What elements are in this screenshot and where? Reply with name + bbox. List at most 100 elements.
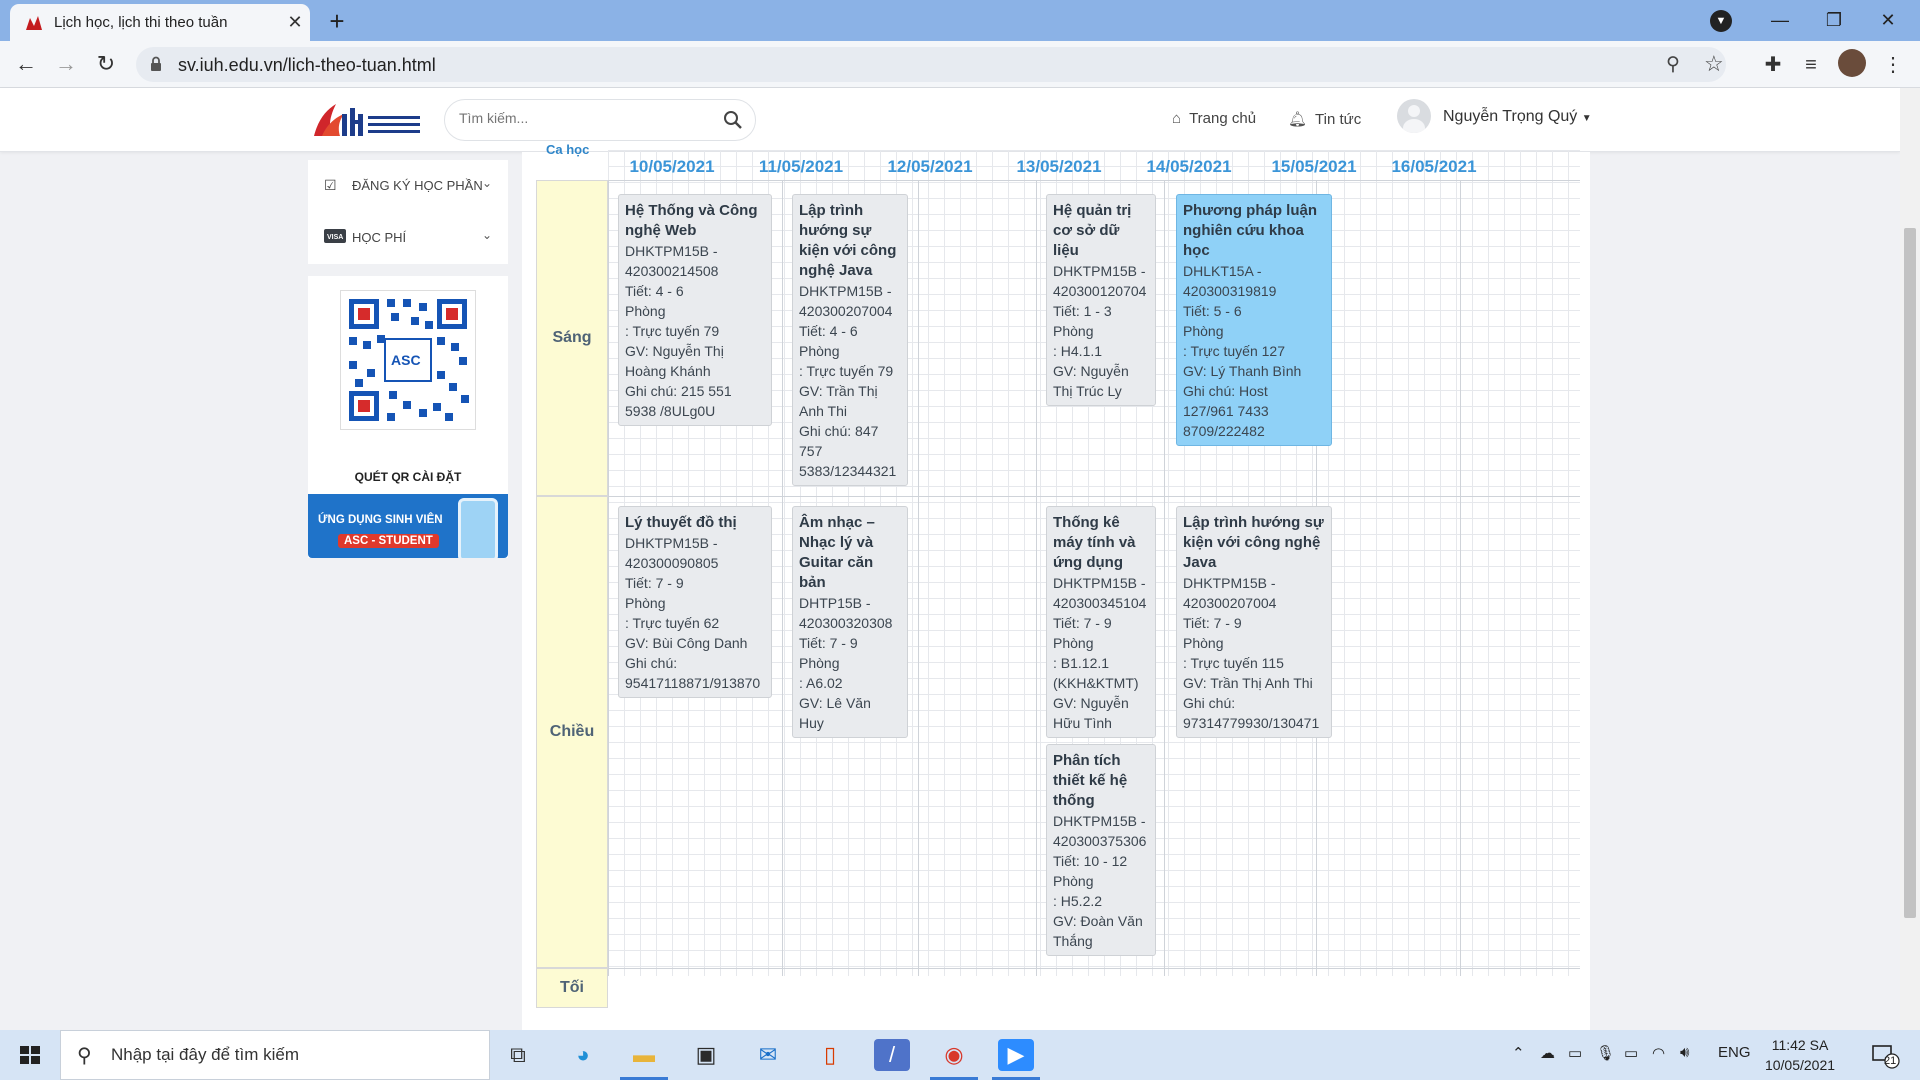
system-clock[interactable]: 11:42 SA 10/05/2021 bbox=[1760, 1035, 1840, 1075]
profile-avatar[interactable] bbox=[1838, 49, 1866, 77]
day-header-3: 12/05/2021 bbox=[887, 157, 973, 176]
class-title: Lập trình hướng sự kiện với công nghệ Ja… bbox=[1183, 514, 1324, 571]
input-language[interactable]: ENG bbox=[1718, 1044, 1751, 1061]
class-title: Âm nhạc – Nhạc lý và Guitar căn bản bbox=[799, 514, 875, 591]
qr-code[interactable]: ASC bbox=[340, 290, 476, 430]
class-detail-line: 420300207004 bbox=[1183, 595, 1277, 611]
class-detail-line: GV: Lê Văn bbox=[799, 695, 871, 711]
browser-toolbar: ← → ↻ sv.iuh.edu.vn/lich-theo-tuan.html … bbox=[0, 41, 1920, 88]
notification-center-icon[interactable]: 21 bbox=[1870, 1041, 1900, 1069]
class-detail-line: Phòng bbox=[625, 303, 666, 319]
student-app-banner[interactable]: ỨNG DỤNG SINH VIÊN ASC - STUDENT bbox=[308, 494, 508, 558]
back-arrow-icon[interactable]: ← bbox=[10, 49, 42, 79]
media-queue-icon[interactable]: ≡ bbox=[1796, 51, 1826, 79]
class-detail-line: Phòng bbox=[625, 595, 666, 611]
class-card-highlighted[interactable]: Phương pháp luận nghiên cứu khoa học DHLK… bbox=[1176, 194, 1332, 446]
chrome-icon[interactable]: ◉ bbox=[930, 1039, 978, 1080]
class-detail-line: GV: Trần Thị bbox=[799, 383, 878, 399]
class-detail-line: Hoàng Khánh bbox=[625, 363, 711, 379]
app-banner-subtitle: ASC - STUDENT bbox=[338, 534, 439, 548]
device-icon[interactable]: ▭ bbox=[1568, 1044, 1582, 1062]
url-text: sv.iuh.edu.vn/lich-theo-tuan.html bbox=[178, 55, 436, 75]
user-name: Nguyễn Trọng Quý bbox=[1443, 108, 1578, 125]
class-card[interactable]: Lập trình hướng sự kiện với công nghệ Ja… bbox=[792, 194, 908, 486]
extensions-puzzle-icon[interactable]: ✚ bbox=[1758, 51, 1788, 79]
class-card[interactable]: Âm nhạc – Nhạc lý và Guitar căn bản DHTP1… bbox=[792, 506, 908, 738]
windows-start-icon[interactable] bbox=[0, 1030, 60, 1080]
row-divider bbox=[536, 968, 1580, 969]
task-view-icon[interactable]: ⧉ bbox=[500, 1039, 536, 1071]
class-card[interactable]: Phân tích thiết kế hệ thống DHKTPM15B - 42… bbox=[1046, 744, 1156, 956]
class-detail-line: : Trực tuyến 79 bbox=[625, 323, 720, 339]
onedrive-icon[interactable]: ☁ bbox=[1540, 1044, 1555, 1062]
class-detail-line: (KKH&KTMT) bbox=[1053, 675, 1139, 691]
sidebar-item-tuition[interactable]: VISA HỌC PHÍ ⌄ bbox=[308, 212, 508, 262]
address-bar[interactable]: sv.iuh.edu.vn/lich-theo-tuan.html ⚲ ☆ bbox=[136, 47, 1726, 82]
nav-home-link[interactable]: ⌂ Trang chủ bbox=[1172, 110, 1256, 127]
class-card[interactable]: Lập trình hướng sự kiện với công nghệ Ja… bbox=[1176, 506, 1332, 738]
new-tab-button[interactable]: + bbox=[320, 6, 354, 36]
edge-icon[interactable]: ◕ bbox=[565, 1039, 601, 1071]
class-detail-line: GV: Đoàn Văn bbox=[1053, 913, 1143, 929]
class-detail-line: : Trực tuyến 127 bbox=[1183, 343, 1285, 359]
search-icon[interactable] bbox=[723, 110, 743, 130]
class-detail-line: 5383/12344321 bbox=[799, 463, 897, 479]
class-detail-line: : B1.12.1 bbox=[1053, 655, 1110, 671]
close-window-icon[interactable]: ✕ bbox=[1868, 6, 1908, 34]
browser-tab[interactable]: Lịch học, lịch thi theo tuần ✕ bbox=[10, 4, 310, 41]
svg-text:VISA: VISA bbox=[327, 234, 343, 241]
whiteboard-icon[interactable]: / bbox=[874, 1039, 910, 1071]
day-header-6: 15/05/2021 bbox=[1271, 157, 1357, 176]
scrollbar-thumb[interactable] bbox=[1904, 228, 1916, 918]
tab-search-icon[interactable]: ▼ bbox=[1710, 10, 1732, 32]
class-detail-line: 420300375306 bbox=[1053, 833, 1147, 849]
site-search[interactable] bbox=[444, 99, 756, 141]
forward-arrow-icon[interactable]: → bbox=[50, 49, 82, 79]
class-detail-line: 420300120704 bbox=[1053, 283, 1147, 299]
class-detail-line: Tiết: 10 - 12 bbox=[1053, 853, 1128, 869]
class-detail-line: DHTP15B - bbox=[799, 595, 871, 611]
home-icon: ⌂ bbox=[1172, 110, 1182, 127]
microphone-icon[interactable]: 🎙︎ bbox=[1596, 1044, 1615, 1062]
restore-icon[interactable]: ❐ bbox=[1814, 6, 1854, 34]
class-detail-line: Thị Trúc Ly bbox=[1053, 383, 1122, 399]
class-detail-line: Phòng bbox=[1053, 323, 1094, 339]
class-detail-line: Tiết: 4 - 6 bbox=[625, 283, 684, 299]
class-detail-line: Hữu Tình bbox=[1053, 715, 1112, 731]
class-detail-line: Ghi chú: 847 bbox=[799, 423, 879, 439]
minimize-icon[interactable]: — bbox=[1760, 6, 1800, 34]
zoom-app-icon[interactable]: ▶ bbox=[992, 1039, 1040, 1080]
tray-overflow-icon[interactable]: ⌃ bbox=[1512, 1044, 1525, 1062]
store-icon[interactable]: ▣ bbox=[688, 1039, 724, 1071]
page-scrollbar[interactable] bbox=[1900, 88, 1920, 1040]
mail-icon[interactable]: ✉ bbox=[750, 1039, 786, 1071]
sidebar-item-label: ĐĂNG KÝ HỌC PHẦN bbox=[352, 177, 483, 193]
class-detail-line: DHKTPM15B - bbox=[625, 535, 718, 551]
wifi-icon[interactable]: ◠ bbox=[1652, 1044, 1665, 1062]
reload-icon[interactable]: ↻ bbox=[90, 49, 122, 79]
sidebar-item-course-registration[interactable]: ☑ ĐĂNG KÝ HỌC PHẦN ⌄ bbox=[308, 160, 508, 210]
battery-icon[interactable]: ▭ bbox=[1624, 1044, 1638, 1062]
file-explorer-icon[interactable]: ▬ bbox=[620, 1039, 668, 1080]
nav-news-link[interactable]: 🔔︎ Tin tức bbox=[1288, 110, 1361, 129]
class-card[interactable]: Hệ quản trị cơ sở dữ liệu DHKTPM15B - 4203… bbox=[1046, 194, 1156, 406]
kebab-menu-icon[interactable]: ⋮ bbox=[1878, 51, 1908, 79]
class-card[interactable]: Lý thuyết đồ thị DHKTPM15B - 420300090805 T… bbox=[618, 506, 772, 698]
taskbar-search[interactable]: ⚲ Nhập tại đây để tìm kiếm bbox=[60, 1030, 490, 1080]
volume-icon[interactable]: 🔊︎ bbox=[1680, 1044, 1689, 1061]
class-card[interactable]: Thống kê máy tính và ứng dụng DHKTPM15B -… bbox=[1046, 506, 1156, 738]
class-detail-line: 420300090805 bbox=[625, 555, 719, 571]
user-avatar[interactable] bbox=[1397, 99, 1431, 133]
class-title: Hệ quản trị cơ sở dữ liệu bbox=[1053, 202, 1132, 259]
zoom-icon[interactable]: ⚲ bbox=[1666, 53, 1680, 76]
day-header-4: 13/05/2021 bbox=[1016, 157, 1102, 176]
search-icon: ⚲ bbox=[77, 1045, 92, 1067]
iuh-logo[interactable] bbox=[308, 92, 428, 148]
taskbar-search-text: Nhập tại đây để tìm kiếm bbox=[111, 1045, 300, 1064]
bookmark-star-icon[interactable]: ☆ bbox=[1704, 51, 1724, 77]
class-card[interactable]: Hệ Thống và Công nghệ Web DHKTPM15B - 4203… bbox=[618, 194, 772, 426]
site-search-input[interactable] bbox=[459, 110, 709, 126]
office-icon[interactable]: ▯ bbox=[812, 1039, 848, 1071]
tab-close-icon[interactable]: ✕ bbox=[280, 12, 310, 33]
user-menu[interactable]: Nguyễn Trọng Quý ▼ bbox=[1443, 108, 1592, 126]
